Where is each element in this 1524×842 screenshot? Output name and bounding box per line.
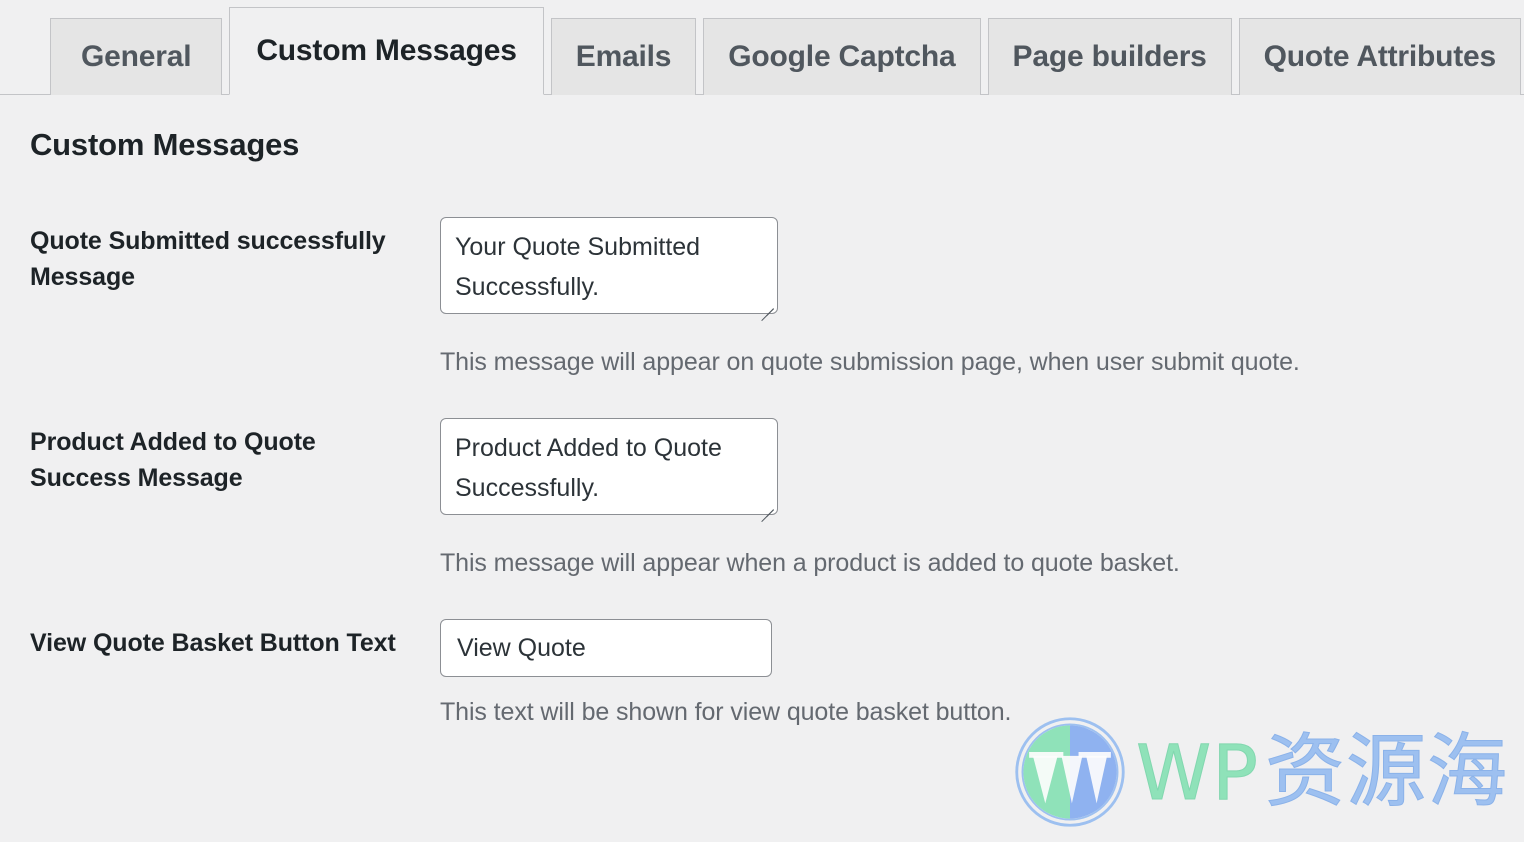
quote-submitted-message-textarea[interactable] <box>440 217 778 314</box>
field-cell-quote-submitted: This message will appear on quote submis… <box>440 189 1524 390</box>
field-row-product-added: Product Added to Quote Success Message T… <box>0 390 1524 591</box>
watermark-brand-latin: WP <box>1136 728 1259 817</box>
view-quote-button-text-input[interactable] <box>440 619 772 677</box>
settings-tab-bar: General Custom Messages Emails Google Ca… <box>0 0 1524 95</box>
tab-google-captcha[interactable]: Google Captcha <box>703 18 981 95</box>
field-description-product-added: This message will appear when a product … <box>440 549 1180 577</box>
field-label-view-quote-button: View Quote Basket Button Text <box>30 629 396 657</box>
field-description-quote-submitted: This message will appear on quote submis… <box>440 348 1300 376</box>
tab-general[interactable]: General <box>50 18 223 95</box>
field-cell-view-quote-button: This text will be shown for view quote b… <box>440 591 1524 740</box>
field-row-view-quote-button: View Quote Basket Button Text This text … <box>0 591 1524 740</box>
product-added-message-textarea[interactable] <box>440 418 778 515</box>
watermark-brand-cjk: 资源海 <box>1265 725 1508 818</box>
page-title: Custom Messages <box>30 127 300 162</box>
field-row-quote-submitted: Quote Submitted successfully Message Thi… <box>0 189 1524 390</box>
tab-page-builders[interactable]: Page builders <box>987 18 1232 95</box>
textarea-wrapper-product-added <box>440 418 778 523</box>
field-label-quote-submitted: Quote Submitted successfully Message <box>30 227 386 292</box>
field-cell-product-added: This message will appear when a product … <box>440 390 1524 591</box>
field-label-product-added: Product Added to Quote Success Message <box>30 428 316 493</box>
field-description-view-quote-button: This text will be shown for view quote b… <box>440 698 1012 726</box>
custom-messages-form: Quote Submitted successfully Message Thi… <box>0 189 1524 740</box>
textarea-wrapper-quote-submitted <box>440 217 778 322</box>
tab-quote-attributes[interactable]: Quote Attributes <box>1238 18 1522 95</box>
tab-emails[interactable]: Emails <box>550 18 697 95</box>
watermark-text: WP 资源海 <box>1136 725 1508 818</box>
tab-custom-messages[interactable]: Custom Messages <box>229 7 544 95</box>
settings-panel: Custom Messages Quote Submitted successf… <box>0 127 1524 740</box>
